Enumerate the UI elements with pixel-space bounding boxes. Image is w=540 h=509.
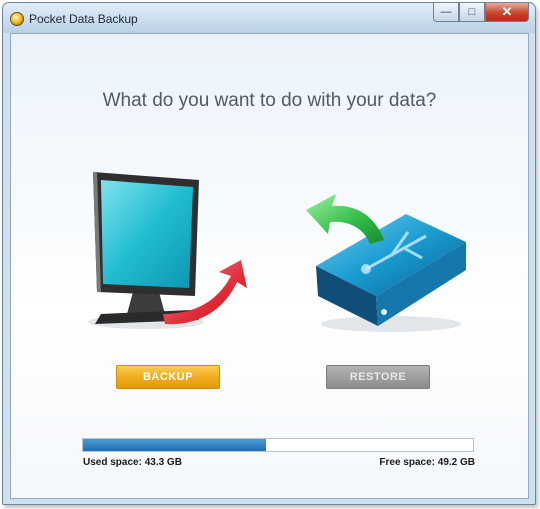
page-title: What do you want to do with your data? — [102, 90, 437, 111]
restore-illustration[interactable] — [296, 174, 471, 339]
storage-usage-bar — [82, 438, 474, 452]
restore-button[interactable]: RESTORE — [326, 365, 430, 389]
window-title: Pocket Data Backup — [29, 12, 138, 26]
storage-usage-fill — [83, 439, 266, 451]
used-space-label: Used space: 43.3 GB — [83, 457, 182, 468]
maximize-button[interactable]: □ — [459, 3, 485, 22]
restore-arrow-icon — [306, 194, 384, 244]
computer-monitor-icon — [88, 172, 204, 329]
backup-button[interactable]: BACKUP — [116, 365, 220, 389]
close-button[interactable]: ✕ — [485, 3, 529, 22]
minimize-button[interactable]: — — [433, 3, 459, 22]
app-window: Pocket Data Backup — □ ✕ What do you wan… — [2, 2, 536, 505]
window-controls: — □ ✕ — [433, 3, 529, 23]
backup-illustration[interactable] — [81, 164, 251, 334]
main-panel: What do you want to do with your data? B… — [10, 33, 529, 499]
app-icon[interactable] — [10, 12, 24, 26]
title-bar[interactable]: Pocket Data Backup — □ ✕ — [3, 3, 535, 33]
external-drive-icon — [316, 214, 466, 332]
free-space-label: Free space: 49.2 GB — [379, 457, 475, 468]
